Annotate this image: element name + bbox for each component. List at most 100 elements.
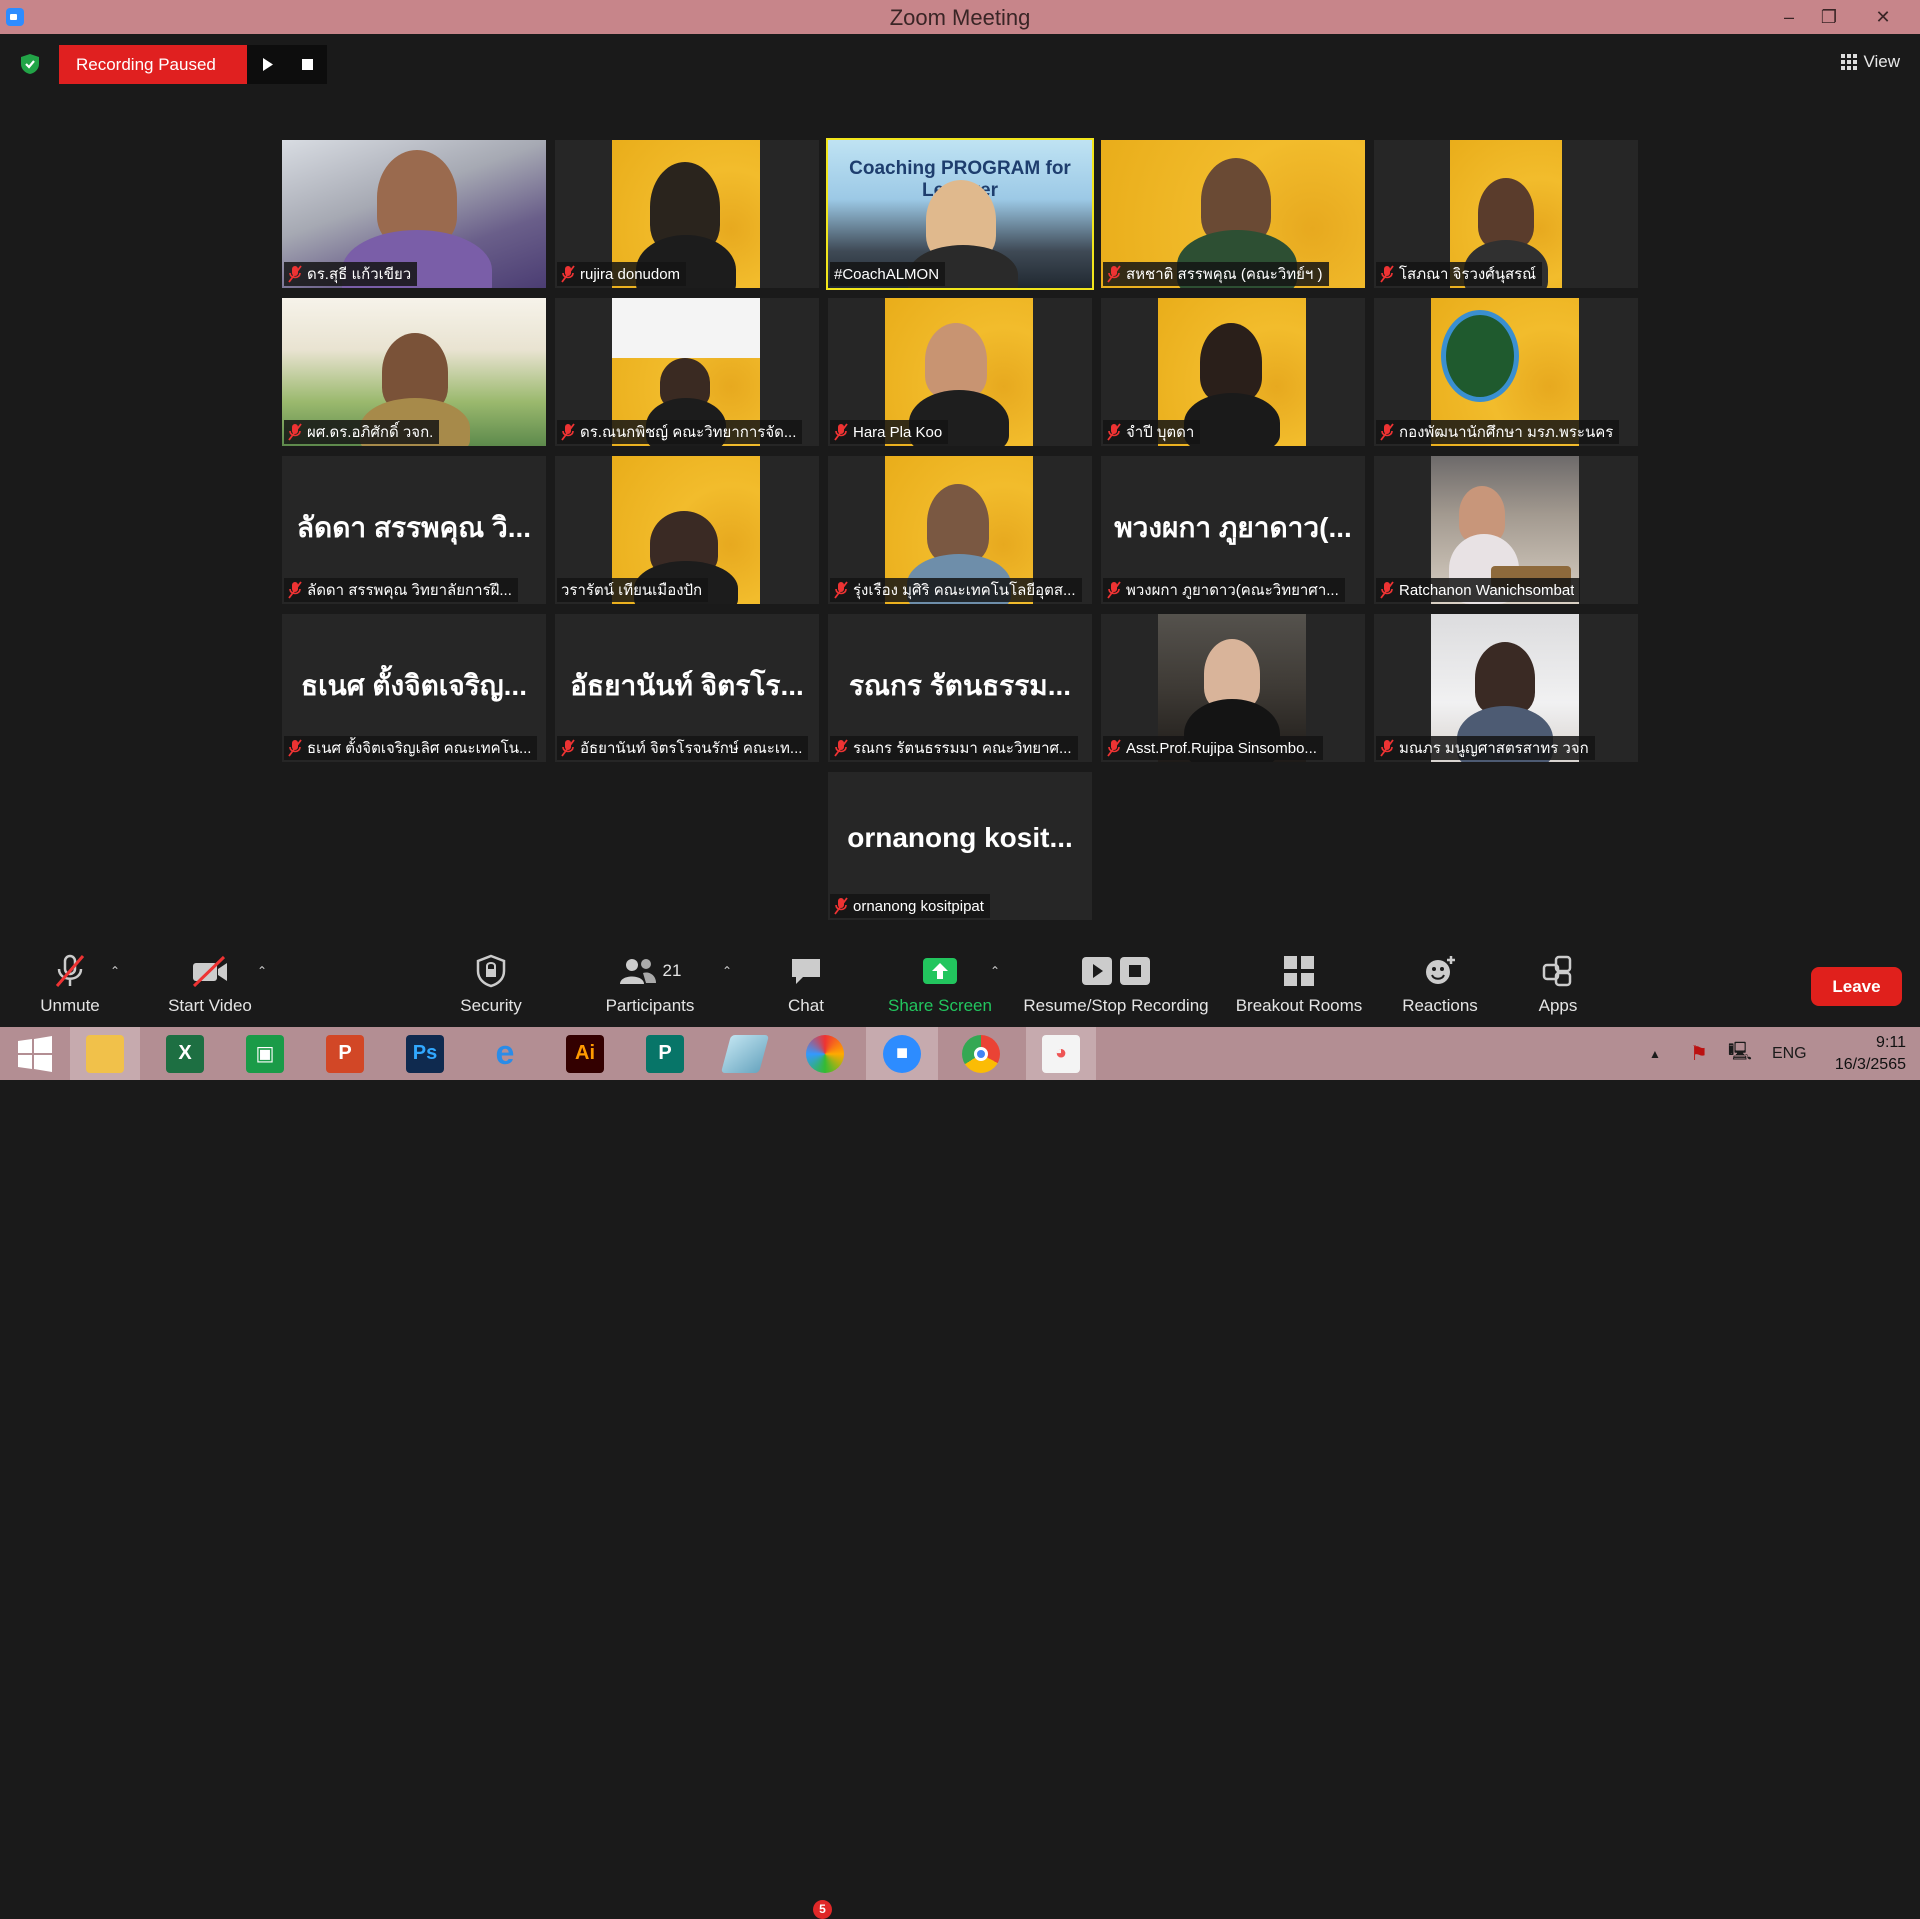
chrome-icon [962, 1034, 1000, 1073]
action-center-flag-icon[interactable]: ⚑ [1690, 1041, 1708, 1066]
muted-mic-icon [288, 739, 302, 757]
close-button[interactable]: ✕ [1858, 0, 1908, 34]
zoom-icon: ■ [883, 1034, 921, 1073]
apps-button[interactable]: Apps [1518, 950, 1598, 1026]
clock-time: 9:11 [1876, 1034, 1906, 1051]
participant-tile[interactable]: Hara Pla Koo [828, 298, 1092, 446]
participant-name-label: วรารัตน์ เทียนเมืองปัก [557, 578, 709, 602]
muted-mic-icon [1380, 423, 1394, 441]
start-video-button[interactable]: Start Video [160, 950, 260, 1026]
participant-tile[interactable]: มณภร มนูญศาสตรสาทร วจก [1374, 614, 1638, 762]
participant-tile-active-speaker[interactable]: Coaching PROGRAM for Lecturer #CoachALMO… [826, 138, 1094, 290]
taskbar-sway[interactable]: ▣ [230, 1027, 300, 1080]
participant-name-label: มณภร มนูญศาสตรสาทร วจก [1376, 736, 1595, 760]
encryption-shield-icon[interactable] [20, 53, 40, 75]
participant-tile[interactable]: Asst.Prof.Rujipa Sinsombo... [1101, 614, 1365, 762]
muted-mic-icon [561, 265, 575, 283]
participant-name-label: Hara Pla Koo [830, 420, 949, 444]
stop-recording-icon [1120, 957, 1150, 985]
restore-button[interactable]: ❐ [1806, 0, 1852, 34]
muted-mic-icon [1107, 265, 1121, 283]
participant-name-label: กองพัฒนานักศึกษา มรภ.พระนคร [1376, 420, 1620, 444]
participant-tile[interactable]: ornanong kosit... ornanong kositpipat [828, 772, 1092, 920]
stop-recording-button[interactable] [287, 45, 327, 84]
participant-tile[interactable]: รณกร รัตนธรรม... รณกร รัตนธรรมมา คณะวิทย… [828, 614, 1092, 762]
taskbar-publisher[interactable]: P [630, 1027, 700, 1080]
taskbar-powerpoint[interactable]: P [310, 1027, 380, 1080]
taskbar-eraser-app[interactable] [710, 1027, 780, 1080]
participants-count: 21 [662, 961, 682, 980]
network-icon[interactable]: 🖳 [1728, 1039, 1752, 1069]
taskbar-excel[interactable]: X [150, 1027, 220, 1080]
participant-tile[interactable]: วรารัตน์ เทียนเมืองปัก [555, 456, 819, 604]
unmute-button[interactable]: Unmute [30, 950, 110, 1026]
share-screen-button[interactable]: Share Screen [880, 950, 1000, 1026]
participant-name-label: รณกร รัตนธรรมมา คณะวิทยาศ... [830, 736, 1078, 760]
university-logo-icon [1441, 310, 1519, 402]
taskbar-zoom[interactable]: ■ [866, 1027, 938, 1080]
participant-name-label: รุ่งเรือง มุศิริ คณะเทคโนโลยีอุตส... [830, 578, 1082, 602]
taskbar-internet-explorer[interactable]: e [470, 1027, 540, 1080]
participant-tile[interactable]: โสภณา จิรวงศ์นุสรณ์ [1374, 140, 1638, 288]
input-language-indicator[interactable]: ENG [1772, 1045, 1807, 1063]
leave-button[interactable]: Leave [1811, 967, 1902, 1006]
taskbar-illustrator[interactable]: Ai [550, 1027, 620, 1080]
participant-name-label: ornanong kositpipat [830, 894, 990, 918]
video-options-chevron-icon[interactable]: ⌃ [257, 964, 267, 978]
participant-display-name: พวงผกา ภูยาดาว(... [1114, 512, 1352, 543]
internet-explorer-icon: e [495, 1034, 515, 1072]
participants-options-chevron-icon[interactable]: ⌃ [722, 964, 732, 978]
folder-icon [86, 1034, 124, 1073]
share-options-chevron-icon[interactable]: ⌃ [990, 964, 1000, 978]
participant-name-label: rujira donudom [557, 262, 687, 286]
resume-recording-button[interactable] [247, 45, 287, 84]
participant-tile[interactable]: จำปี บุตดา [1101, 298, 1365, 446]
start-button[interactable] [0, 1027, 70, 1080]
participant-display-name: ornanong kosit... [847, 822, 1073, 853]
participant-name-label: ธเนศ ตั้งจิตเจริญเลิศ คณะเทคโน... [284, 736, 538, 760]
muted-mic-icon [1380, 739, 1394, 757]
muted-mic-icon [561, 739, 575, 757]
taskbar-chrome[interactable] [946, 1027, 1016, 1080]
photoscape-icon [806, 1034, 844, 1073]
eraser-icon [720, 1034, 770, 1073]
participant-name-label: ผศ.ดร.อภิศักดิ์ วจก. [284, 420, 440, 444]
view-button[interactable]: View [1841, 52, 1900, 72]
participant-tile[interactable]: ดร.ณนกพิชญ์ คณะวิทยาการจัด... [555, 298, 819, 446]
excel-icon: X [166, 1034, 204, 1073]
chat-button[interactable]: Chat [766, 950, 846, 1026]
security-button[interactable]: Security [451, 950, 531, 1026]
participant-tile[interactable]: อัธยานันท์ จิตรโร... อัธยานันท์ จิตรโรจน… [555, 614, 819, 762]
participant-tile[interactable]: พวงผกา ภูยาดาว(... พวงผกา ภูยาดาว(คณะวิท… [1101, 456, 1365, 604]
show-hidden-icons-chevron-icon[interactable]: ▲ [1640, 1047, 1670, 1061]
participant-name-label: #CoachALMON [830, 262, 946, 286]
taskbar-photoscape[interactable] [790, 1027, 860, 1080]
participant-tile[interactable]: Ratchanon Wanichsombat [1374, 456, 1638, 604]
reactions-button[interactable]: Reactions [1400, 950, 1480, 1026]
participant-tile[interactable]: ดร.สุธี แก้วเขียว [282, 140, 546, 288]
taskbar-photoshop[interactable]: Ps [390, 1027, 460, 1080]
taskbar-clock[interactable]: 9:11 16/3/2565 [1835, 1032, 1906, 1076]
participant-tile[interactable]: กองพัฒนานักศึกษา มรภ.พระนคร [1374, 298, 1638, 446]
participant-tile[interactable]: ลัดดา สรรพคุณ วิ... ลัดดา สรรพคุณ วิทยาล… [282, 456, 546, 604]
muted-mic-icon [834, 739, 848, 757]
participant-tile[interactable]: สหชาติ สรรพคุณ (คณะวิทย์ฯ ) [1101, 140, 1365, 288]
participants-button[interactable]: 21 Participants [595, 950, 705, 1026]
resume-stop-recording-button[interactable]: Resume/Stop Recording [1016, 950, 1216, 1026]
participant-display-name: รณกร รัตนธรรม... [848, 670, 1072, 701]
participant-tile[interactable]: ธเนศ ตั้งจิตเจริญ... ธเนศ ตั้งจิตเจริญเล… [282, 614, 546, 762]
participant-tile[interactable]: rujira donudom [555, 140, 819, 288]
participant-tile[interactable]: ผศ.ดร.อภิศักดิ์ วจก. [282, 298, 546, 446]
muted-mic-icon [834, 581, 848, 599]
participant-tile[interactable]: รุ่งเรือง มุศิริ คณะเทคโนโลยีอุตส... [828, 456, 1092, 604]
windows-taskbar: X ▣ P Ps e Ai P ■ ◕ ▲ ⚑ 🖳 ENG 9:11 16/3/… [0, 1027, 1920, 1080]
taskbar-file-explorer[interactable] [70, 1027, 140, 1080]
play-icon [263, 58, 273, 71]
muted-mic-icon [288, 423, 302, 441]
grid-icon [1841, 54, 1858, 70]
audio-options-chevron-icon[interactable]: ⌃ [110, 964, 120, 978]
powerpoint-icon: P [326, 1034, 364, 1073]
breakout-rooms-button[interactable]: Breakout Rooms [1231, 950, 1367, 1026]
recording-status-badge: Recording Paused [59, 45, 247, 84]
taskbar-paint[interactable]: ◕ [1026, 1027, 1096, 1080]
